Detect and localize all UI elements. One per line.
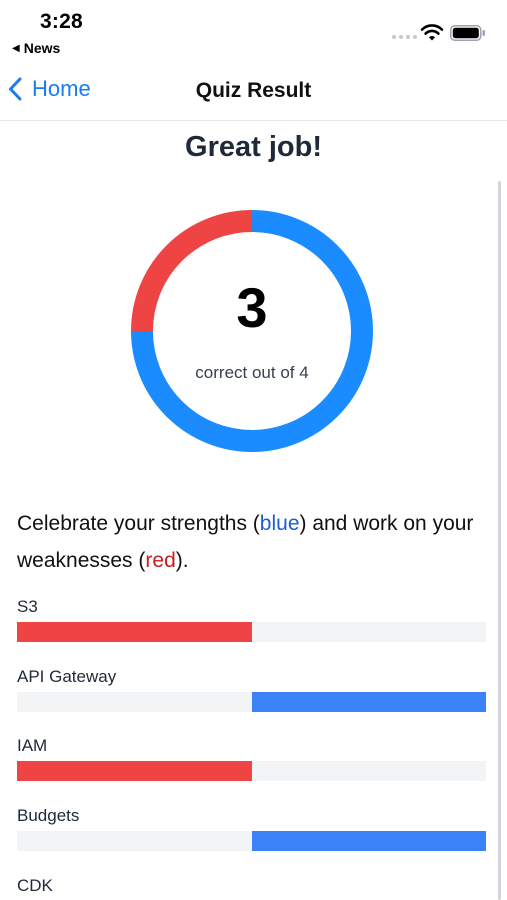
status-time: 3:28 bbox=[40, 10, 83, 33]
summary-suffix: ). bbox=[175, 549, 189, 572]
summary-prefix: Celebrate your strengths ( bbox=[17, 512, 260, 535]
cellular-signal-icon bbox=[392, 35, 417, 39]
status-back-to-app[interactable]: ◀ News bbox=[12, 40, 60, 56]
topic-item: IAM bbox=[17, 735, 487, 781]
topic-bar-fill bbox=[251, 831, 486, 851]
battery-icon bbox=[450, 25, 485, 41]
home-back-label: Home bbox=[32, 76, 91, 101]
result-headline: Great job! bbox=[185, 131, 322, 163]
topic-label: API Gateway bbox=[17, 667, 117, 686]
topic-label: CDK bbox=[17, 876, 53, 895]
topic-bar-track bbox=[17, 692, 486, 712]
status-back-app-label: News bbox=[23, 40, 61, 56]
correct-caption: correct out of 4 bbox=[195, 363, 309, 382]
scroll-indicator[interactable] bbox=[498, 181, 501, 900]
chevron-left-icon bbox=[9, 77, 22, 101]
status-bar: 3:28 ◀ News bbox=[0, 0, 507, 62]
topic-bar-fill bbox=[17, 622, 252, 642]
topic-item: API Gateway bbox=[17, 666, 487, 712]
correct-count: 3 bbox=[236, 276, 268, 339]
topic-bar-fill bbox=[251, 692, 486, 712]
back-triangle-icon: ◀ bbox=[12, 42, 20, 54]
navigation-bar: Home Quiz Result bbox=[0, 62, 507, 121]
quiz-result-content[interactable]: Great job! 3 correct out of 4 Celebrate … bbox=[0, 121, 507, 900]
topic-bar-track bbox=[17, 622, 486, 642]
topic-bar-track bbox=[17, 761, 486, 781]
wifi-icon bbox=[420, 24, 444, 41]
home-back-button[interactable]: Home bbox=[8, 76, 91, 102]
topic-item: Budgets bbox=[17, 805, 487, 851]
topic-bar-fill bbox=[17, 761, 252, 781]
topic-item: S3 bbox=[17, 596, 487, 642]
topic-bar-track bbox=[17, 831, 486, 851]
strengths-weaknesses-summary: Celebrate your strengths (blue) and work… bbox=[17, 505, 492, 579]
topic-label: Budgets bbox=[17, 806, 80, 825]
topic-label: S3 bbox=[17, 597, 38, 616]
topic-label: IAM bbox=[17, 736, 48, 755]
summary-strength-word: blue bbox=[259, 512, 300, 535]
topic-item: CDK bbox=[17, 875, 487, 900]
summary-weakness-word: red bbox=[145, 549, 176, 572]
score-donut-chart: 3 correct out of 4 bbox=[131, 210, 373, 452]
